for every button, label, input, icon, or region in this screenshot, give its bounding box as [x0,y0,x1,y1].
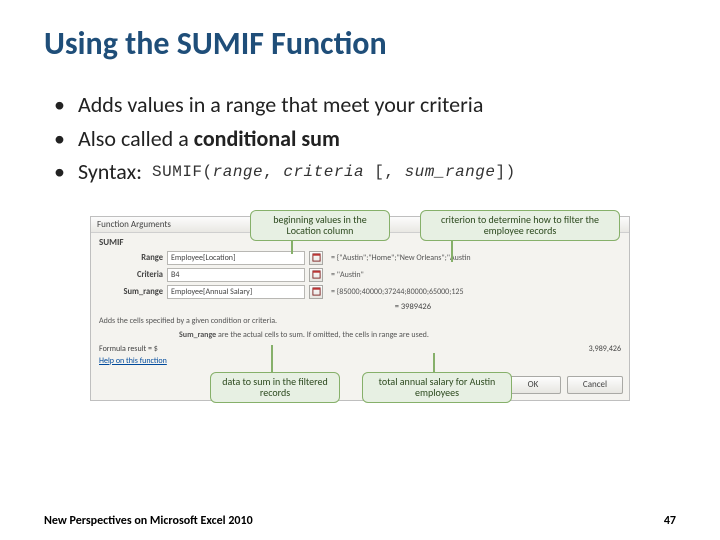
result-equals: = 3989426 [99,302,621,312]
refedit-sumrange-button[interactable] [309,285,323,299]
label-criteria: Criteria [99,270,163,280]
dialog-description: Adds the cells specified by a given cond… [99,316,621,326]
row-sumrange: Sum_range Employee[Annual Salary] = {850… [99,285,621,299]
bullet-1: Adds values in a range that meet your cr… [54,91,676,119]
row-range: Range Employee[Location] = {"Austin";"Ho… [99,251,621,265]
refedit-icon [312,270,321,279]
footer-text: New Perspectives on Microsoft Excel 2010 [44,514,253,528]
formula-result-label: Formula result = $ [99,344,158,354]
syntax-fn: SUMIF( [152,163,213,181]
slide-footer: New Perspectives on Microsoft Excel 2010… [44,514,676,528]
bullet-2-pre: Also called a [78,125,194,152]
bullet-list: Adds values in a range that meet your cr… [54,91,676,186]
ok-button[interactable]: OK [505,376,561,394]
bullet-3: Syntax: SUMIF(range, criteria [, sum_ran… [54,158,676,186]
syntax-arg-range: range [213,163,264,181]
syntax-arg-sumrange: sum_range [405,163,496,181]
input-criteria[interactable]: B4 [167,268,305,282]
dialog-arg-description: Sum_range are the actual cells to sum. I… [179,330,621,340]
callout-location-column: beginning values in the Location column [250,210,390,241]
page-number: 47 [664,514,676,528]
page-title: Using the SUMIF Function [44,24,676,63]
eval-range: = {"Austin";"Home";"New Orleans";"Austin [331,253,471,263]
bullet-2-bold: conditional sum [194,125,340,152]
syntax-code: SUMIF(range, criteria [, sum_range]) [152,162,516,182]
callout-filtered-data: data to sum in the filtered records [210,372,340,403]
input-sumrange[interactable]: Employee[Annual Salary] [167,285,305,299]
function-arguments-dialog: Function Arguments SUMIF Range Employee[… [90,216,630,401]
syntax-arg-criteria: criteria [283,163,364,181]
eval-criteria: = "Austin" [331,270,364,280]
callout-total-salary: total annual salary for Austin employees [362,372,512,403]
refedit-icon [312,253,321,262]
label-range: Range [99,253,163,263]
bullet-2: Also called a conditional sum [54,125,676,153]
syntax-label: Syntax: [78,158,142,186]
refedit-criteria-button[interactable] [309,268,323,282]
eval-sumrange: = {85000;40000;37244;80000;65000;125 [331,287,464,297]
refedit-icon [312,287,321,296]
dialog-screenshot: beginning values in the Location column … [90,216,630,401]
formula-result-value: 3,989,426 [589,344,621,354]
help-link[interactable]: Help on this function [99,356,167,366]
label-sumrange: Sum_range [99,287,163,297]
cancel-button[interactable]: Cancel [567,376,623,394]
input-range[interactable]: Employee[Location] [167,251,305,265]
row-criteria: Criteria B4 = "Austin" [99,268,621,282]
refedit-range-button[interactable] [309,251,323,265]
callout-criterion: criterion to determine how to filter the… [420,210,620,241]
